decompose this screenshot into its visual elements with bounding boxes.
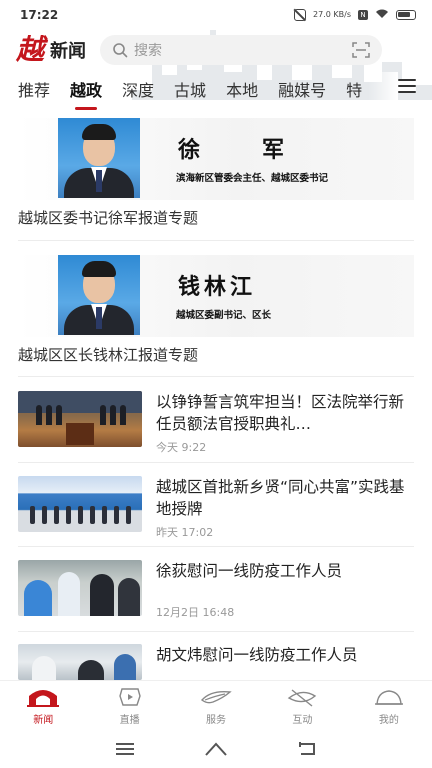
feature-banner: 徐 军 滨海新区管委会主任、越城区委书记 [18, 118, 414, 200]
system-nav-bar [0, 730, 432, 768]
news-thumbnail [18, 644, 142, 680]
service-icon [200, 690, 232, 703]
live-icon [118, 687, 141, 706]
news-title: 胡文炜慰问一线防疫工作人员 [156, 646, 358, 664]
nav-label: 直播 [119, 714, 140, 726]
app-header: 越 新闻 搜索 [0, 30, 432, 100]
scan-icon[interactable] [352, 41, 370, 59]
news-item[interactable]: 越城区首批新乡贤“同心共富”实践基地授牌 昨天 17:02 [18, 476, 414, 540]
back-button[interactable] [295, 739, 319, 759]
feature-banner: 钱林江 越城区委副书记、区长 [18, 255, 414, 337]
tab-local[interactable]: 本地 [226, 76, 258, 106]
news-title: 以铮铮誓言筑牢担当！区法院举行新任员额法官授职典礼… [156, 393, 405, 433]
news-title: 徐荻慰问一线防疫工作人员 [156, 562, 343, 580]
tab-depth[interactable]: 深度 [122, 76, 154, 106]
tabs-fade [368, 72, 398, 110]
net-speed-value: 27.0 [313, 10, 331, 19]
news-time: 12月2日 16:48 [156, 606, 235, 619]
feature-name: 徐 军 [178, 138, 305, 163]
bottom-nav: 新闻 直播 服务 互动 我的 [0, 680, 432, 730]
battery-icon [396, 10, 416, 20]
tab-ancient-city[interactable]: 古城 [174, 76, 206, 106]
wifi-icon [375, 8, 389, 22]
menu-lines-icon [116, 743, 135, 755]
status-time: 17:22 [20, 8, 59, 22]
news-icon [27, 689, 60, 707]
status-bar: 17:22 27.0 KB/s N [0, 0, 432, 30]
news-item[interactable]: 徐荻慰问一线防疫工作人员 12月2日 16:48 [18, 560, 414, 620]
news-time: 昨天 17:02 [156, 526, 214, 539]
tab-recommend[interactable]: 推荐 [18, 76, 50, 106]
portrait-image [58, 255, 140, 335]
mute-icon [294, 9, 307, 21]
news-thumbnail [18, 476, 142, 532]
channel-menu-icon[interactable] [398, 79, 416, 93]
status-icons: 27.0 KB/s N [294, 8, 416, 22]
nav-interact[interactable]: 互动 [259, 681, 345, 730]
feature-role: 越城区委副书记、区长 [176, 310, 272, 321]
divider [18, 462, 414, 463]
tab-special[interactable]: 特 [346, 76, 362, 106]
feature-title: 越城区委书记徐军报道专题 [18, 209, 199, 227]
net-speed-unit: KB/s [333, 10, 351, 19]
notification-n-icon: N [358, 10, 368, 20]
divider [18, 631, 414, 632]
nav-label: 新闻 [33, 714, 54, 726]
home-icon [205, 742, 227, 756]
search-bar[interactable]: 搜索 [100, 35, 383, 65]
divider [18, 546, 414, 547]
tab-media[interactable]: 融媒号 [278, 76, 326, 106]
nav-service[interactable]: 服务 [173, 681, 259, 730]
menu-button[interactable] [113, 739, 137, 759]
feature-role: 滨海新区管委会主任、越城区委书记 [176, 173, 329, 184]
news-item[interactable]: 胡文炜慰问一线防疫工作人员 [18, 644, 414, 680]
news-title: 越城区首批新乡贤“同心共富”实践基地授牌 [156, 478, 405, 518]
feature-name: 钱林江 [178, 275, 257, 300]
nav-news[interactable]: 新闻 [0, 681, 86, 730]
feature-card[interactable]: 钱林江 越城区委副书记、区长 越城区区长钱林江报道专题 [18, 255, 414, 365]
feature-title: 越城区区长钱林江报道专题 [18, 346, 199, 364]
divider [18, 376, 414, 377]
back-icon [298, 742, 315, 755]
feature-card[interactable]: 徐 军 滨海新区管委会主任、越城区委书记 越城区委书记徐军报道专题 [18, 118, 414, 228]
nav-profile[interactable]: 我的 [346, 681, 432, 730]
logo-text: 新闻 [50, 41, 87, 62]
news-thumbnail [18, 560, 142, 616]
profile-icon [374, 689, 403, 705]
interact-icon [288, 688, 317, 707]
portrait-image [58, 118, 140, 198]
net-speed: 27.0 KB/s [313, 11, 351, 19]
divider [18, 240, 414, 241]
news-thumbnail [18, 391, 142, 447]
tab-yuezheng[interactable]: 越政 [70, 76, 102, 110]
app-logo[interactable]: 越 新闻 [16, 36, 86, 64]
nav-label: 互动 [292, 714, 313, 726]
search-icon [113, 43, 128, 58]
news-time: 今天 9:22 [156, 441, 207, 454]
nav-label: 服务 [206, 714, 227, 726]
nav-live[interactable]: 直播 [86, 681, 172, 730]
news-item[interactable]: 以铮铮誓言筑牢担当！区法院举行新任员额法官授职典礼… 今天 9:22 [18, 391, 414, 455]
search-placeholder: 搜索 [134, 43, 163, 59]
home-button[interactable] [204, 739, 228, 759]
logo-mark: 越 [16, 33, 45, 66]
nav-label: 我的 [378, 714, 399, 726]
